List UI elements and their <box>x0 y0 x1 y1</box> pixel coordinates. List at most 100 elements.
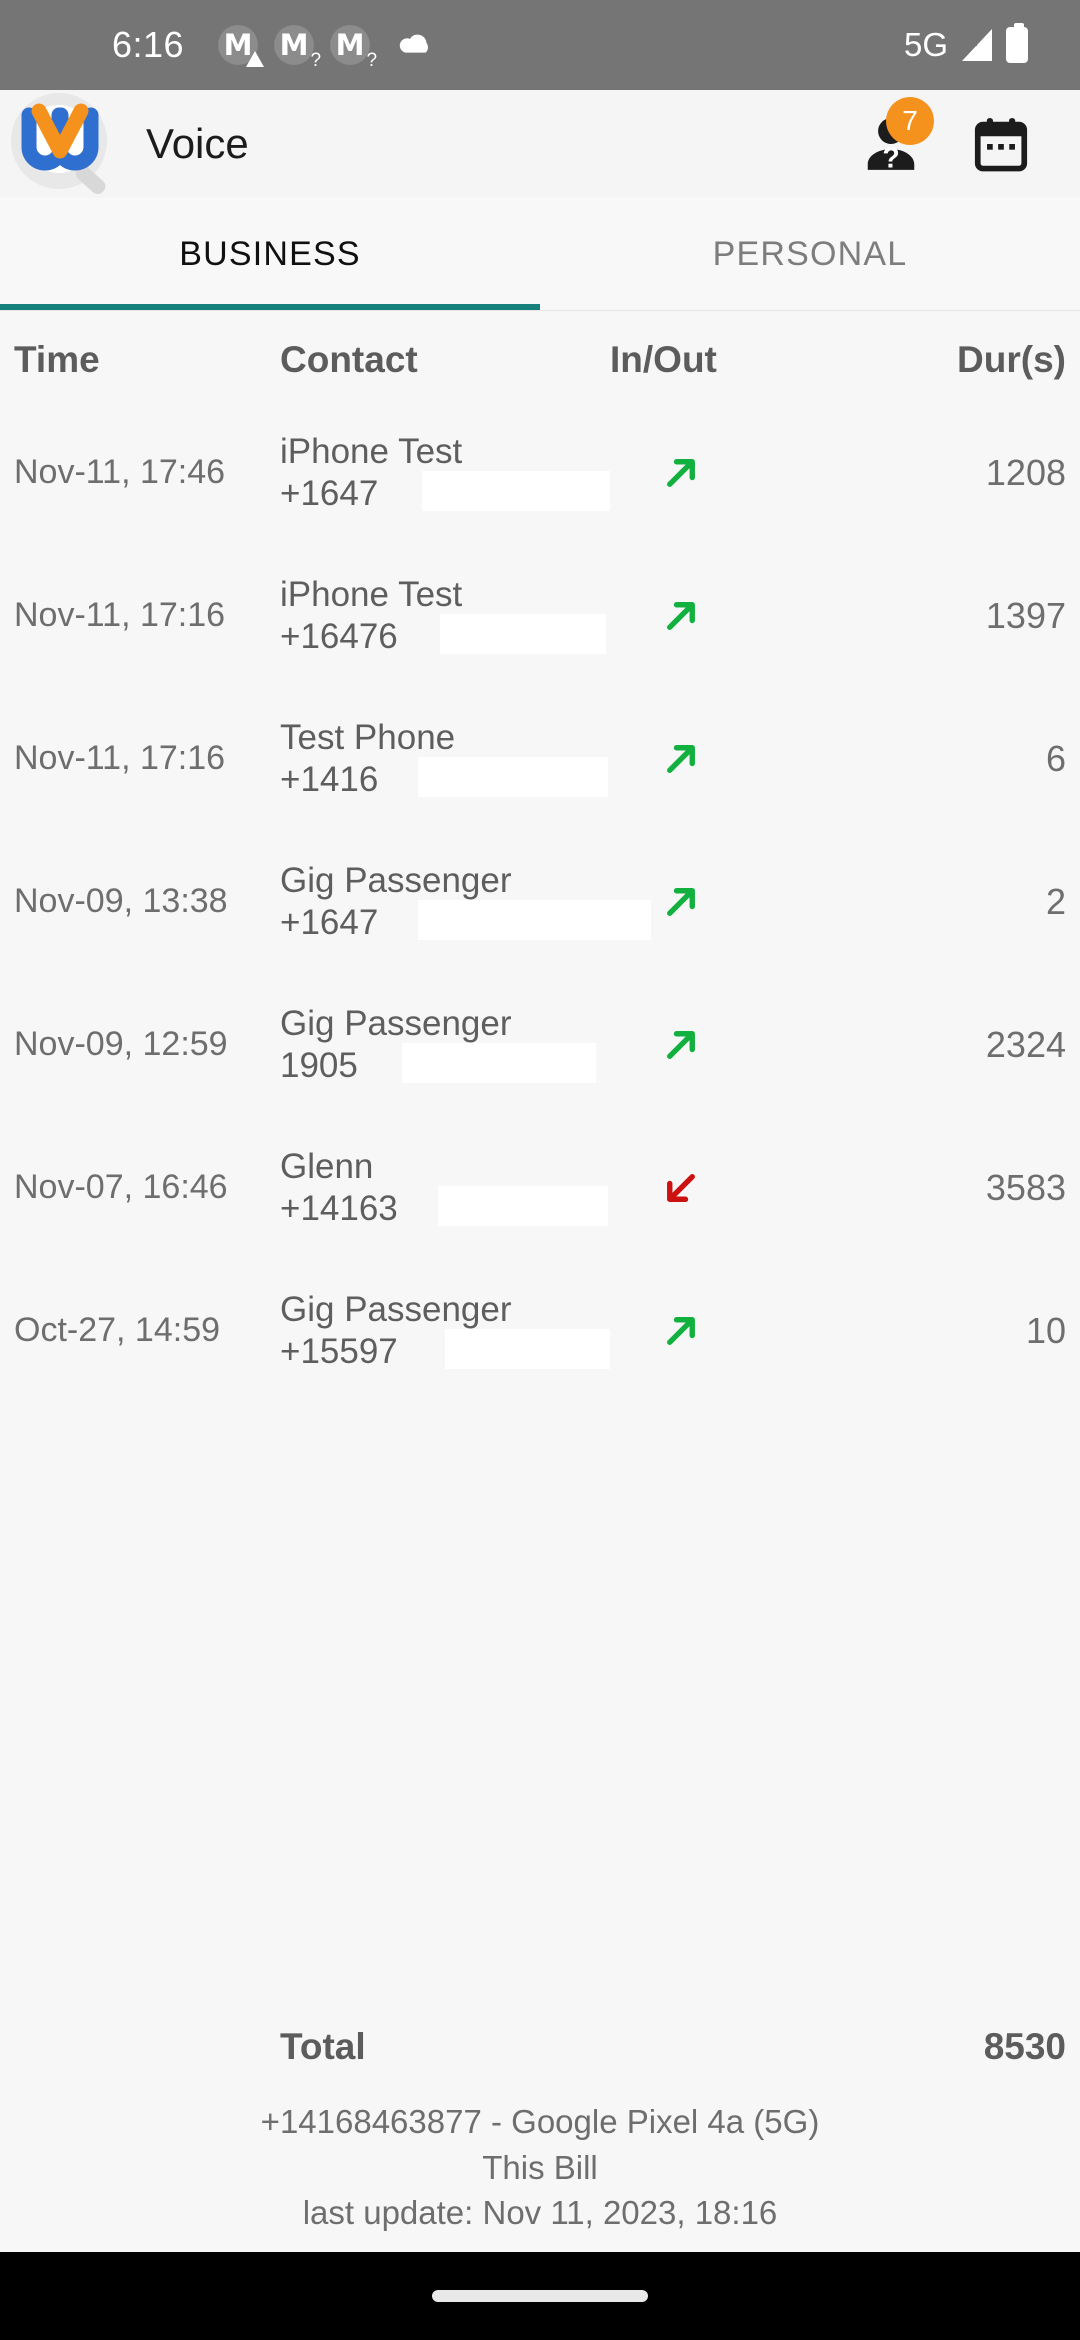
row-direction <box>610 1161 840 1215</box>
row-time: Nov-11, 17:16 <box>14 739 226 777</box>
total-row: Total 8530 <box>0 1995 1080 2099</box>
footer-update-line: last update: Nov 11, 2023, 18:16 <box>302 2194 778 2232</box>
tab-bar: BUSINESS PERSONAL <box>0 198 1080 310</box>
call-log-list[interactable]: Time Contact In/Out Dur(s) Nov-11, 17:46… <box>0 311 1080 2252</box>
svg-text:?: ? <box>882 142 899 174</box>
m-logo-notification-icon: M? <box>274 25 321 70</box>
row-direction <box>610 1304 840 1358</box>
table-body: Nov-11, 17:46 iPhone Test +1647 1208 Nov-11,… <box>0 401 1080 1402</box>
redaction-box <box>438 1185 608 1226</box>
table-row[interactable]: Oct-27, 14:59 Gig Passenger +15597 10 <box>0 1259 1080 1402</box>
calendar-icon[interactable] <box>970 113 1032 175</box>
row-time: Nov-11, 17:46 <box>14 453 226 491</box>
row-duration: 2324 <box>985 1023 1066 1065</box>
row-duration: 3583 <box>985 1166 1066 1208</box>
row-contact: Glenn +14163 <box>280 1146 610 1228</box>
redaction-box <box>418 756 608 797</box>
status-bar-right-icons: 5G <box>903 23 1054 64</box>
row-contact-name: Gig Passenger <box>280 860 512 900</box>
row-duration: 2 <box>1045 880 1066 922</box>
footer-device-line: +14168463877 - Google Pixel 4a (5G) <box>260 2103 820 2141</box>
app-bar: Voice ? 7 <box>0 90 1080 198</box>
network-type-label: 5G <box>903 26 948 63</box>
total-value: 8530 <box>983 2026 1066 2068</box>
row-contact-number: 1905 <box>280 1042 610 1085</box>
table-row[interactable]: Nov-11, 17:16 iPhone Test +16476 1397 <box>0 544 1080 687</box>
row-contact-number: +1416 <box>280 756 610 799</box>
row-time: Nov-07, 16:46 <box>14 1168 228 1206</box>
row-contact-number: +1647 <box>280 470 610 513</box>
redaction-box <box>440 613 606 654</box>
row-contact: Gig Passenger 1905 <box>280 1003 610 1085</box>
row-contact-name: Test Phone <box>280 717 456 757</box>
row-duration: 10 <box>1025 1309 1066 1351</box>
app-logo-icon[interactable] <box>0 89 130 199</box>
row-direction <box>610 446 840 500</box>
total-label: Total <box>280 2026 366 2068</box>
table-row[interactable]: Nov-11, 17:46 iPhone Test +1647 1208 <box>0 401 1080 544</box>
row-contact-number: +15597 <box>280 1328 610 1371</box>
table-row[interactable]: Nov-09, 13:38 Gig Passenger +1647 2 <box>0 830 1080 973</box>
page-title: Voice <box>146 120 249 167</box>
status-bar: 6:16 M M? M? 5G <box>0 0 1080 90</box>
row-contact-number: +16476 <box>280 613 610 656</box>
phone-screen: 6:16 M M? M? 5G Voice ? 7 BUSINESS PERSO… <box>0 0 1080 2340</box>
row-direction <box>610 589 840 643</box>
row-duration: 6 <box>1045 737 1066 779</box>
arrow-up-right-icon <box>667 601 695 630</box>
column-header-inout: In/Out <box>610 339 717 380</box>
column-header-duration: Dur(s) <box>957 339 1066 380</box>
battery-icon <box>1006 23 1028 63</box>
redaction-box <box>422 470 610 511</box>
person-question-icon[interactable]: ? 7 <box>860 97 934 175</box>
redaction-box <box>402 1042 596 1083</box>
contact-badge-count: 7 <box>886 97 934 145</box>
arrow-up-right-icon <box>667 887 695 916</box>
row-contact: Gig Passenger +15597 <box>280 1289 610 1371</box>
table-row[interactable]: Nov-11, 17:16 Test Phone +1416 6 <box>0 687 1080 830</box>
row-contact-name: Glenn <box>280 1146 374 1186</box>
system-nav-bar <box>0 2252 1080 2340</box>
row-time: Nov-11, 17:16 <box>14 596 226 634</box>
tab-personal[interactable]: PERSONAL <box>540 198 1080 310</box>
arrow-up-right-icon <box>667 1316 695 1345</box>
tab-indicator <box>0 304 540 310</box>
status-bar-notification-icons: M M? M? <box>218 25 436 70</box>
app-bar-actions: ? 7 <box>860 97 1080 175</box>
m-logo-notification-icon: M <box>218 25 265 67</box>
status-bar-clock: 6:16 <box>112 24 185 65</box>
redaction-box <box>445 1328 610 1369</box>
row-contact: iPhone Test +16476 <box>280 574 610 656</box>
list-empty-space <box>0 1402 1080 1995</box>
arrow-up-right-icon <box>667 1030 695 1059</box>
arrow-down-left-icon <box>667 1173 695 1202</box>
row-direction <box>610 732 840 786</box>
arrow-up-right-icon <box>667 744 695 773</box>
column-header-contact: Contact <box>280 339 418 380</box>
row-contact: Gig Passenger +1647 <box>280 860 651 942</box>
home-gesture-pill[interactable] <box>432 2290 648 2302</box>
footer-info: +14168463877 - Google Pixel 4a (5G) This… <box>0 2099 1080 2252</box>
row-contact-name: iPhone Test <box>280 431 463 471</box>
row-contact: iPhone Test +1647 <box>280 431 610 513</box>
row-time: Oct-27, 14:59 <box>14 1311 221 1349</box>
row-duration: 1397 <box>985 594 1066 636</box>
row-contact-name: Gig Passenger <box>280 1289 512 1329</box>
row-time: Nov-09, 12:59 <box>14 1025 228 1063</box>
row-direction <box>610 1018 840 1072</box>
row-contact-name: Gig Passenger <box>280 1003 512 1043</box>
column-header-time: Time <box>14 339 100 380</box>
cloud-icon <box>392 26 436 63</box>
row-time: Nov-09, 13:38 <box>14 882 228 920</box>
table-header-row: Time Contact In/Out Dur(s) <box>0 311 1080 401</box>
row-duration: 1208 <box>985 451 1066 493</box>
signal-bars-icon <box>962 29 992 61</box>
table-row[interactable]: Nov-07, 16:46 Glenn +14163 3583 <box>0 1116 1080 1259</box>
row-contact-name: iPhone Test <box>280 574 463 614</box>
row-contact-number: +1647 <box>280 899 651 942</box>
row-contact: Test Phone +1416 <box>280 717 610 799</box>
row-contact-number: +14163 <box>280 1185 610 1228</box>
m-logo-notification-icon: M? <box>330 25 377 70</box>
tab-business[interactable]: BUSINESS <box>0 198 540 310</box>
table-row[interactable]: Nov-09, 12:59 Gig Passenger 1905 2324 <box>0 973 1080 1116</box>
